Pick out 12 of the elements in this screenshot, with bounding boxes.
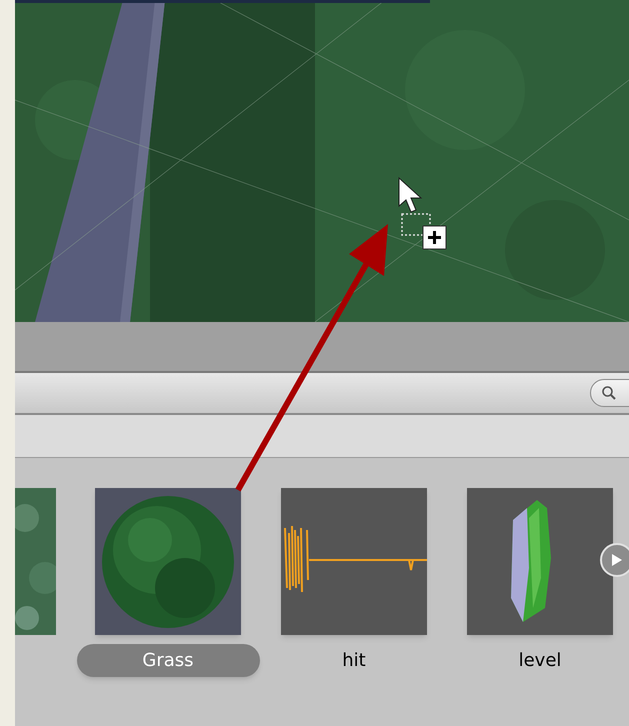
model-thumbnail[interactable] [467, 488, 613, 635]
cursor-icon [398, 176, 422, 213]
asset-label[interactable]: Grass [76, 644, 260, 677]
search-icon [601, 385, 617, 401]
play-icon [611, 553, 623, 567]
plus-icon [422, 226, 446, 250]
drag-outline-icon [401, 213, 431, 236]
waveform-thumbnail[interactable] [281, 488, 427, 635]
material-sphere-thumbnail[interactable] [95, 488, 241, 635]
search-field[interactable] [590, 379, 629, 407]
asset-label[interactable]: level [448, 644, 629, 677]
asset-label[interactable]: hit [262, 644, 446, 677]
